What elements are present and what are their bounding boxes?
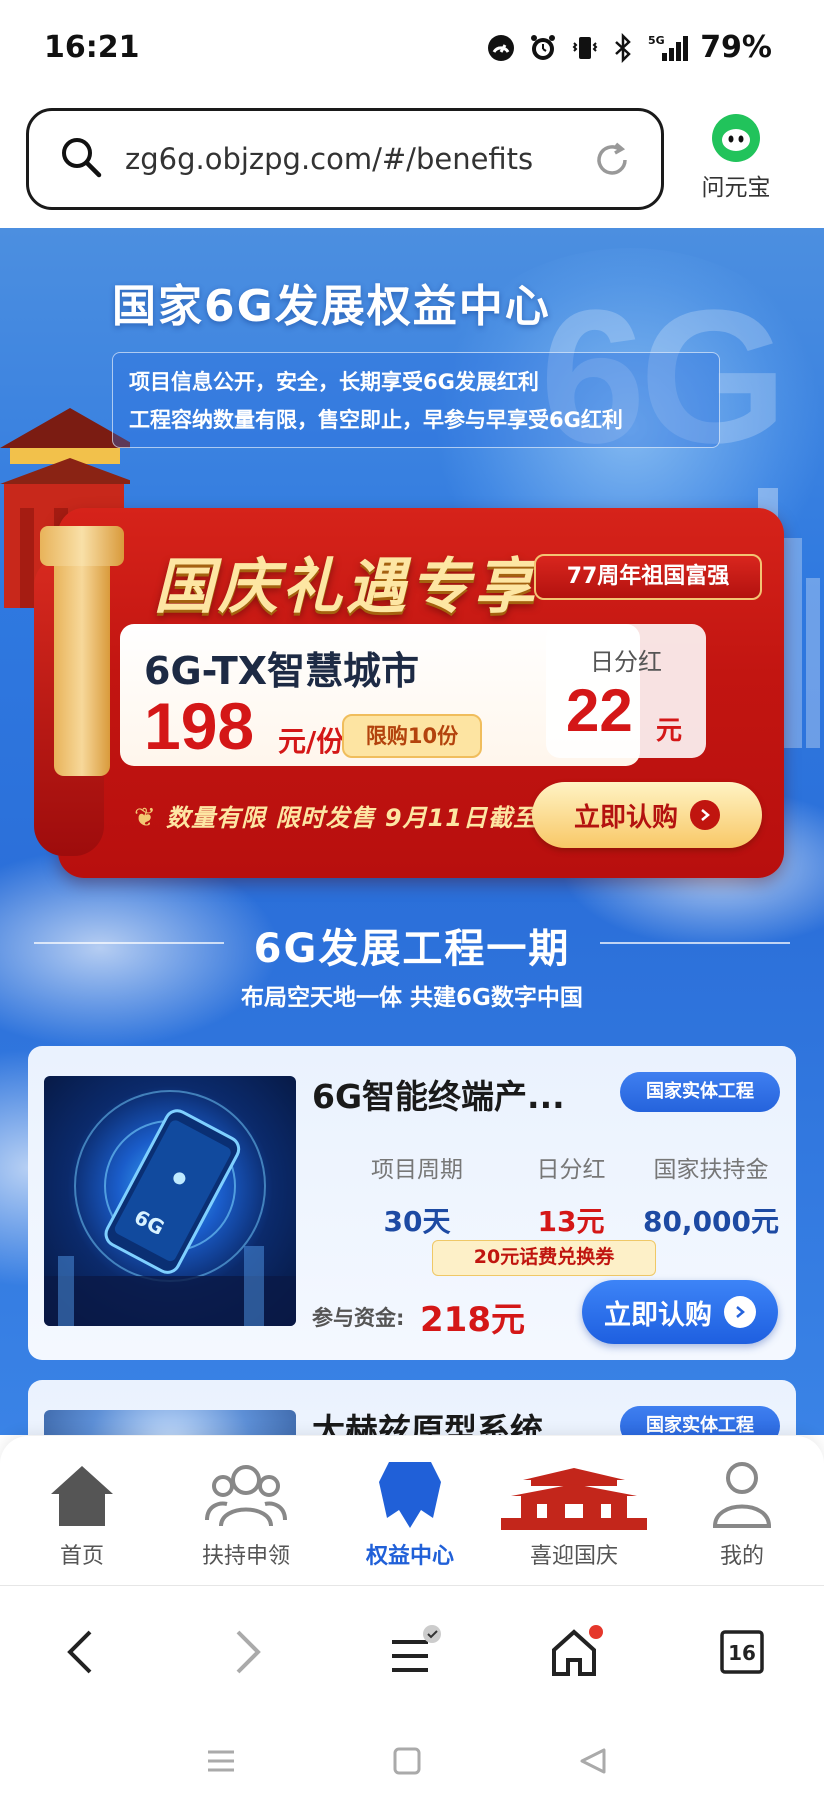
national-day-promo-banner[interactable]: 国庆礼遇专享 77周年祖国富强 6G-TX智慧城市 198 元/份 限购10份 …	[34, 496, 790, 916]
tab-home[interactable]: 首页	[0, 1450, 164, 1570]
chevron-right-icon	[690, 800, 720, 830]
home-page-icon[interactable]	[546, 1622, 606, 1682]
subsidy-stat: 国家扶持金 80,000元	[626, 1150, 796, 1240]
back-button-icon[interactable]	[568, 1736, 618, 1786]
project-tag: 国家实体工程	[620, 1406, 780, 1435]
chevron-right-icon	[724, 1296, 756, 1328]
status-icons: 5G 79%	[486, 30, 772, 65]
purchase-limit-badge: 限购10份	[342, 714, 482, 758]
yuanbao-label: 问元宝	[701, 175, 771, 201]
stat-value: 80,000元	[642, 1205, 780, 1238]
user-icon	[660, 1450, 824, 1530]
voucher-badge: 20元话费兑换券	[432, 1240, 656, 1276]
stat-label: 日分红	[536, 1157, 606, 1183]
url-text[interactable]: zg6g.objzpg.com/#/benefits	[125, 142, 533, 176]
invest-value: 218元	[420, 1300, 525, 1340]
stat-label: 项目周期	[371, 1157, 463, 1183]
anniversary-badge: 77周年祖国富强	[534, 554, 762, 600]
people-icon	[164, 1450, 328, 1530]
home-icon	[0, 1450, 164, 1530]
tab-profile[interactable]: 我的	[660, 1450, 824, 1570]
project-buy-label: 立即认购	[604, 1299, 712, 1331]
huabiao-pillar-decoration	[54, 536, 110, 776]
promo-buy-label: 立即认购	[573, 802, 678, 833]
alarm-icon	[528, 33, 558, 63]
system-navigation-bar	[0, 1710, 824, 1813]
promo-dividend-card: 日分红 22 元	[546, 624, 706, 758]
gate-icon	[492, 1450, 656, 1530]
recent-apps-icon[interactable]	[196, 1736, 246, 1786]
section-title: 6G发展工程一期	[253, 926, 571, 972]
project-tag: 国家实体工程	[620, 1072, 780, 1112]
tab-label: 扶持申领	[201, 1544, 290, 1569]
browser-toolbar: zg6g.objzpg.com/#/benefits 问元宝	[0, 100, 824, 228]
notice-line: 项目信息公开，安全，长期享受6G发展红利	[129, 370, 539, 394]
project-name: 6G智能终端产...	[312, 1077, 565, 1116]
home-button-icon[interactable]	[382, 1736, 432, 1786]
badge-icon	[328, 1450, 492, 1530]
laurel-left-icon: ❦	[134, 803, 157, 833]
promo-price: 198	[144, 689, 255, 763]
tab-benefits[interactable]: 权益中心	[328, 1450, 492, 1570]
signal-5g-icon: 5G	[646, 33, 689, 63]
promo-dividend-label: 日分红	[590, 648, 662, 676]
daily-dividend-stat: 日分红 13元	[496, 1150, 646, 1240]
svg-text:5G: 5G	[648, 34, 665, 47]
tab-support[interactable]: 扶持申领	[164, 1450, 328, 1570]
back-icon[interactable]	[50, 1622, 110, 1682]
project-name: 大赫兹原型系统	[312, 1411, 543, 1435]
project-thumbnail	[44, 1410, 296, 1435]
tab-label: 权益中心	[365, 1544, 454, 1569]
tab-label: 首页	[59, 1544, 104, 1569]
bottom-tab-bar: 首页 扶持申领 权益中心 喜迎国庆 我的	[0, 1436, 824, 1586]
tab-count-text: 16	[728, 1641, 756, 1665]
tab-label: 我的	[719, 1544, 764, 1569]
bluetooth-icon	[612, 32, 634, 63]
promo-product-name: 6G-TX智慧城市	[144, 649, 420, 693]
speedometer-icon	[486, 33, 516, 63]
vibrate-icon	[570, 33, 600, 63]
huabiao-top-decoration	[40, 526, 124, 566]
stat-label: 国家扶持金	[653, 1157, 769, 1183]
promo-dividend-unit: 元	[656, 716, 683, 746]
project-cycle-stat: 项目周期 30天	[342, 1150, 492, 1240]
notice-line: 工程容纳数量有限，售空即止，早参与早享受6G红利	[129, 408, 623, 432]
project-card[interactable]: 6G 6G智能终端产... 国家实体工程 项目周期 30天 日分红 13元 国家…	[28, 1046, 796, 1360]
benefits-page[interactable]: 6G 国家6G发展权益中心 项目信息公开，安全，长期享受6G发展红利 工程容纳数…	[0, 228, 824, 1435]
promo-deadline-text: ❦ 数量有限 限时发售 9月11日截至 ❦	[134, 798, 570, 833]
stat-value: 13元	[537, 1205, 605, 1238]
status-bar: 16:21 5G 79%	[0, 0, 824, 100]
yuanbao-logo-icon	[712, 114, 760, 162]
search-icon	[59, 135, 103, 183]
promo-title: 国庆礼遇专享	[154, 552, 538, 622]
menu-icon[interactable]	[382, 1622, 442, 1682]
battery-level: 79%	[700, 30, 772, 65]
address-bar[interactable]: zg6g.objzpg.com/#/benefits	[26, 108, 664, 210]
stat-value: 30天	[383, 1205, 451, 1238]
promo-buy-button[interactable]: 立即认购	[532, 782, 762, 848]
status-time: 16:21	[44, 30, 140, 65]
page-title: 国家6G发展权益中心	[112, 281, 551, 332]
tab-label: 喜迎国庆	[529, 1544, 618, 1569]
yuanbao-assistant-button[interactable]: 问元宝	[690, 114, 782, 202]
tabs-count-icon[interactable]: 16	[712, 1622, 772, 1682]
section-subtitle: 布局空天地一体 共建6G数字中国	[241, 985, 583, 1011]
project-buy-button[interactable]: 立即认购	[582, 1280, 778, 1344]
invest-label: 参与资金:	[312, 1306, 405, 1330]
browser-bottom-nav: 16	[0, 1586, 824, 1710]
forward-icon[interactable]	[218, 1622, 278, 1682]
project-thumbnail: 6G	[44, 1076, 296, 1326]
promo-footer-text: 数量有限 限时发售 9月11日截至	[166, 804, 538, 832]
tab-national-day[interactable]: 喜迎国庆	[492, 1450, 656, 1570]
promo-price-unit: 元/份	[278, 725, 345, 758]
reload-icon[interactable]	[591, 139, 633, 185]
project-card[interactable]: 大赫兹原型系统 国家实体工程	[28, 1380, 796, 1435]
promo-dividend-value: 22	[566, 677, 633, 744]
notice-box: 项目信息公开，安全，长期享受6G发展红利 工程容纳数量有限，售空即止，早参与早享…	[112, 352, 720, 448]
